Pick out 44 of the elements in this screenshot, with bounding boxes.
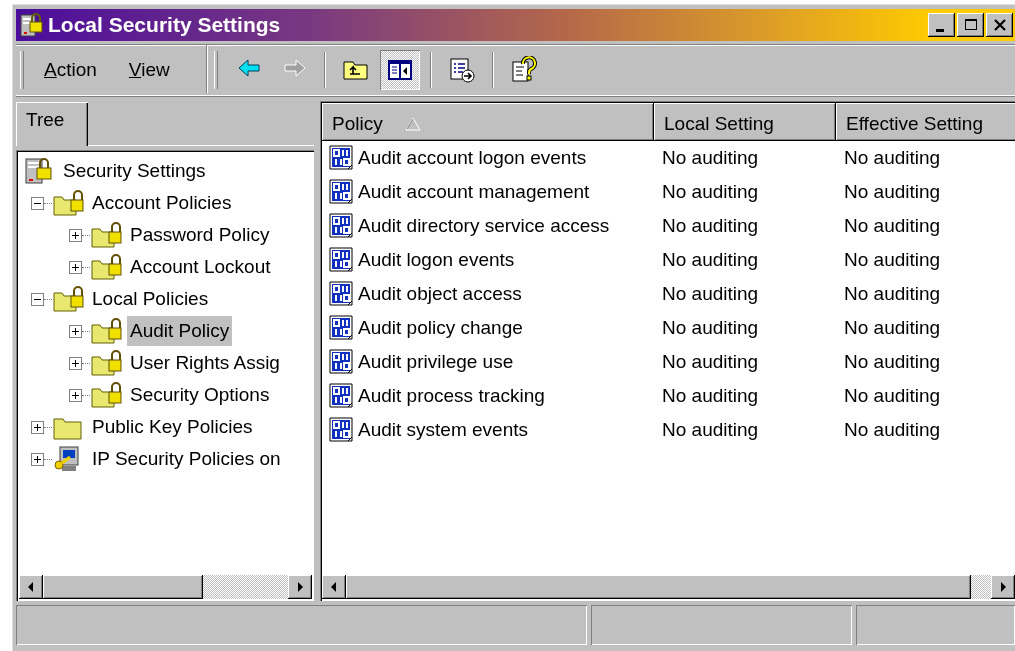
tree-item[interactable]: Security Options xyxy=(127,379,273,411)
tree-item[interactable]: Local Policies xyxy=(89,283,212,315)
table-cell-text: No auditing xyxy=(843,315,942,340)
table-cell-text: No auditing xyxy=(661,179,760,204)
table-cell-text: No auditing xyxy=(843,145,942,170)
window-title: Local Security Settings xyxy=(47,12,282,39)
table-cell-text: No auditing xyxy=(661,145,760,170)
table-cell-text: No auditing xyxy=(843,213,942,238)
table-cell-text: No auditing xyxy=(661,417,760,442)
table-cell[interactable]: Audit account logon events xyxy=(356,143,654,173)
table-cell-text: No auditing xyxy=(661,213,760,238)
table-cell[interactable]: Audit process tracking xyxy=(356,381,654,411)
table-cell-text: No auditing xyxy=(843,179,942,204)
table-cell-text: No auditing xyxy=(843,247,942,272)
table-cell-text: No auditing xyxy=(843,281,942,306)
tree-item[interactable]: Account Policies xyxy=(89,187,235,219)
tree-item[interactable]: Audit Policy xyxy=(127,315,233,347)
table-cell[interactable]: Audit logon events xyxy=(356,245,654,275)
tree-item[interactable]: User Rights Assig xyxy=(127,347,283,379)
menu-item[interactable]: View xyxy=(118,53,180,87)
table-cell[interactable]: Audit account management xyxy=(356,177,654,207)
table-cell[interactable]: Audit privilege use xyxy=(356,347,654,377)
column-header[interactable]: Policy xyxy=(322,103,654,141)
tree-item[interactable]: Security Settings xyxy=(60,155,209,187)
tree-item[interactable]: Public Key Policies xyxy=(89,411,256,443)
tree-item[interactable]: Password Policy xyxy=(127,219,273,251)
table-cell-text: No auditing xyxy=(661,247,760,272)
table-cell-text: No auditing xyxy=(661,383,760,408)
tab[interactable]: Tree xyxy=(16,102,88,146)
tree-item[interactable]: Account Lockout xyxy=(127,251,274,283)
column-header[interactable]: Local Setting xyxy=(654,103,836,141)
table-cell-text: No auditing xyxy=(843,383,942,408)
table-cell-text: No auditing xyxy=(661,315,760,340)
table-cell[interactable]: Audit system events xyxy=(356,415,654,445)
menu-item[interactable]: Action xyxy=(34,53,107,87)
table-cell[interactable]: Audit policy change xyxy=(356,313,654,343)
table-cell-text: No auditing xyxy=(843,349,942,374)
tree-item[interactable]: IP Security Policies on xyxy=(89,443,284,475)
table-cell[interactable]: Audit object access xyxy=(356,279,654,309)
table-cell[interactable]: Audit directory service access xyxy=(356,211,654,241)
table-cell-text: No auditing xyxy=(661,281,760,306)
column-header[interactable]: Effective Setting xyxy=(836,103,1015,141)
table-cell-text: No auditing xyxy=(843,417,942,442)
table-cell-text: No auditing xyxy=(661,349,760,374)
